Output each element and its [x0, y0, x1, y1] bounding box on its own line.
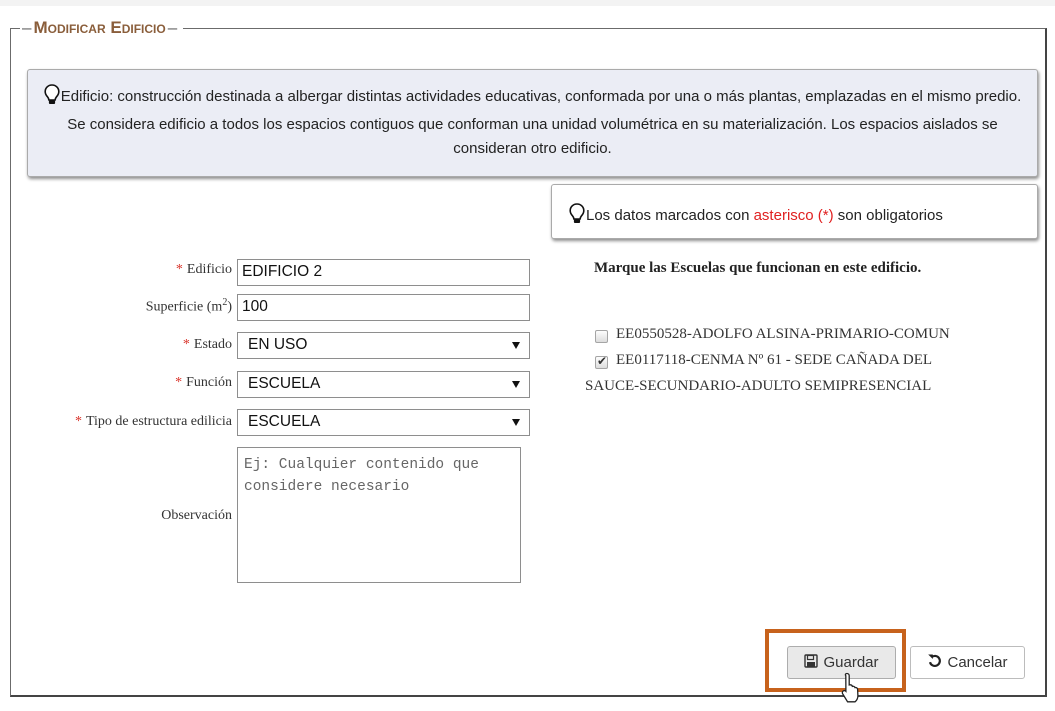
school-label-2-line1: EE0117118-CENMA Nº 61 - SEDE CAÑADA DEL — [616, 352, 933, 368]
school-label-2-line2: SAUCE-SECUNDARIO-ADULTO SEMIPRESENCIAL — [585, 378, 932, 394]
legend-title: Modificar Edificio — [33, 18, 166, 37]
cancel-label: Cancelar — [947, 654, 1008, 671]
school-checkbox-1[interactable] — [595, 330, 608, 343]
tipo-value: ESCUELA — [248, 413, 321, 430]
lightbulb-icon — [44, 84, 60, 113]
edificio-label: * Edificio — [175, 262, 232, 277]
school-label-1: EE0550528-ADOLFO ALSINA-PRIMARIO-COMUN — [616, 326, 950, 342]
required-fields-note: Los datos marcados con asterisco (*) son… — [551, 184, 1038, 239]
lightbulb-icon — [569, 203, 585, 228]
schools-heading: Marque las Escuelas que funcionan en est… — [594, 260, 922, 276]
edificio-input[interactable]: EDIFICIO 2 — [237, 259, 530, 286]
top-strip — [0, 0, 1055, 6]
superficie-input[interactable]: 100 — [237, 294, 530, 321]
dropdown-caret-icon — [512, 342, 520, 349]
note-asterisk-text: asterisco (*) — [753, 207, 834, 224]
undo-icon — [927, 653, 942, 672]
estado-select[interactable]: EN USO — [237, 332, 530, 359]
observacion-label: Observación — [161, 508, 232, 523]
building-definition-box: Edificio: construcción destinada a alber… — [27, 69, 1038, 177]
estado-label: * Estado — [182, 337, 232, 352]
hand-pointer-cursor-icon — [840, 672, 864, 711]
observacion-textarea[interactable]: Ej: Cualquier contenido que considere ne… — [237, 447, 521, 583]
dropdown-caret-icon — [512, 419, 520, 426]
info-term: Edificio — [60, 88, 110, 105]
note-after: son obligatorios — [833, 207, 943, 224]
dropdown-caret-icon — [512, 381, 520, 388]
estado-value: EN USO — [248, 336, 308, 353]
funcion-select[interactable]: ESCUELA — [237, 371, 530, 398]
funcion-value: ESCUELA — [248, 375, 321, 392]
fieldset-legend: – Modificar Edificio – — [20, 17, 184, 39]
checkmark-icon: ✔ — [597, 354, 608, 368]
note-before: Los datos marcados con — [586, 207, 754, 224]
tipo-estructura-select[interactable]: ESCUELA — [237, 409, 530, 436]
info-text: : construcción destinada a albergar dist… — [67, 88, 1022, 157]
save-label: Guardar — [823, 654, 879, 671]
cancel-button[interactable]: Cancelar — [910, 646, 1025, 679]
school-checkbox-2[interactable]: ✔ — [595, 354, 608, 369]
floppy-disk-icon — [804, 653, 819, 672]
tipo-estructura-label: * Tipo de estructura edilicia — [74, 414, 232, 429]
superficie-label: Superficie (m2) — [145, 297, 232, 315]
funcion-label: * Función — [175, 375, 232, 390]
